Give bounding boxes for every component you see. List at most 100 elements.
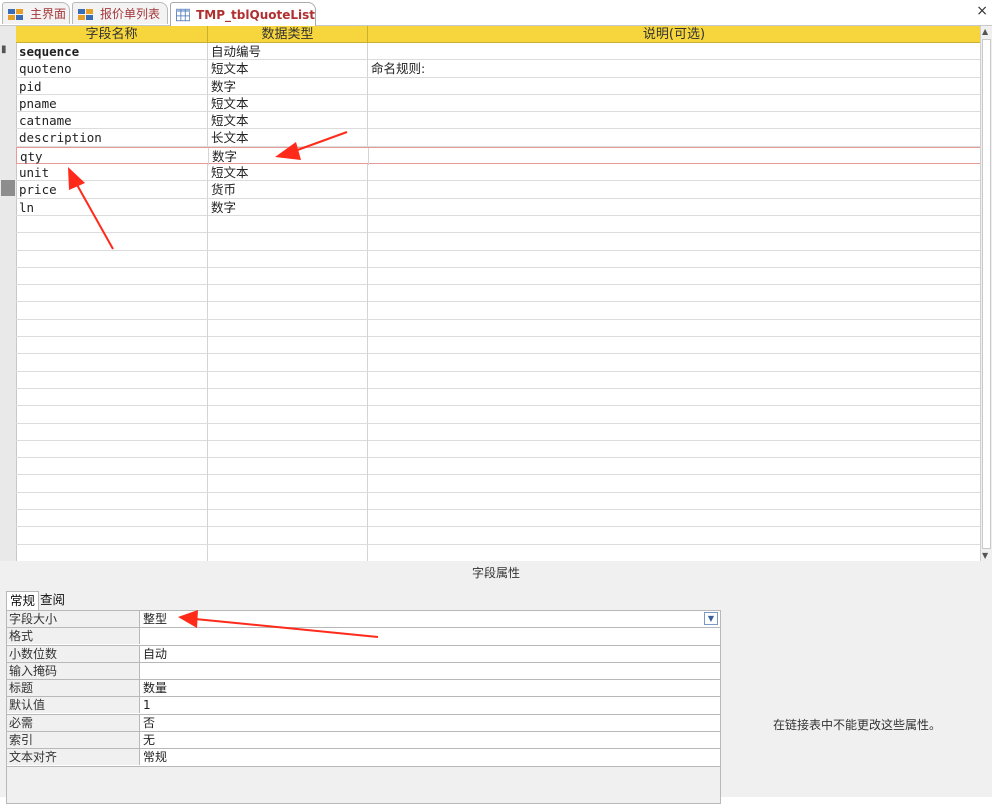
field-name-cell[interactable]: catname <box>16 112 208 130</box>
empty-cell[interactable] <box>368 302 981 319</box>
property-value[interactable]: 无 <box>140 732 720 748</box>
empty-cell[interactable] <box>368 320 981 337</box>
empty-cell[interactable] <box>16 544 208 562</box>
description-cell[interactable] <box>368 164 981 181</box>
empty-cell[interactable] <box>208 388 368 406</box>
empty-cell[interactable] <box>16 492 208 510</box>
empty-cell[interactable] <box>368 424 981 441</box>
empty-table-row[interactable] <box>16 388 981 407</box>
empty-cell[interactable] <box>208 233 368 251</box>
field-name-cell[interactable]: price <box>16 181 208 199</box>
property-row[interactable]: 格式 <box>7 628 720 646</box>
empty-table-row[interactable] <box>16 492 981 511</box>
empty-cell[interactable] <box>368 389 981 406</box>
description-cell[interactable] <box>368 43 981 60</box>
empty-cell[interactable] <box>208 492 368 510</box>
empty-cell[interactable] <box>208 527 368 545</box>
data-type-cell[interactable]: 数字 <box>208 198 368 216</box>
empty-cell[interactable] <box>368 406 981 423</box>
data-type-cell[interactable]: 自动编号 <box>208 43 368 60</box>
empty-cell[interactable] <box>368 216 981 233</box>
close-icon[interactable]: × <box>976 3 988 19</box>
empty-cell[interactable] <box>16 458 208 476</box>
field-size-value[interactable]: 整型 <box>143 612 167 626</box>
empty-cell[interactable] <box>16 388 208 406</box>
table-row[interactable]: ln 数字 <box>16 198 981 216</box>
empty-cell[interactable] <box>16 267 208 285</box>
property-row[interactable]: 标题 数量 <box>7 680 720 698</box>
description-cell[interactable] <box>368 181 981 198</box>
scroll-down-icon[interactable]: ▼ <box>982 551 988 560</box>
table-row[interactable]: unit 短文本 <box>16 164 981 182</box>
data-type-cell[interactable]: 短文本 <box>208 60 368 78</box>
empty-cell[interactable] <box>368 545 981 562</box>
scroll-thumb[interactable] <box>982 39 991 549</box>
empty-cell[interactable] <box>208 285 368 303</box>
field-name-cell[interactable]: pname <box>16 94 208 112</box>
empty-cell[interactable] <box>208 475 368 493</box>
empty-cell[interactable] <box>208 337 368 355</box>
table-row[interactable]: sequence 自动编号 <box>16 43 981 61</box>
empty-table-row[interactable] <box>16 423 981 441</box>
description-cell[interactable] <box>368 95 981 112</box>
empty-cell[interactable] <box>368 510 981 527</box>
description-cell[interactable] <box>369 148 982 165</box>
field-name-cell[interactable]: unit <box>16 164 208 182</box>
chevron-down-icon[interactable]: ▼ <box>704 612 718 625</box>
empty-cell[interactable] <box>368 493 981 510</box>
data-type-cell[interactable]: 数字 <box>208 77 368 95</box>
property-value[interactable] <box>140 628 720 644</box>
tab-lookup[interactable]: 查阅 <box>37 591 68 609</box>
field-name-cell[interactable]: qty <box>17 147 209 165</box>
empty-cell[interactable] <box>16 250 208 268</box>
table-row[interactable]: pid 数字 <box>16 77 981 95</box>
empty-rows[interactable] <box>16 215 981 562</box>
description-cell[interactable] <box>368 112 981 129</box>
empty-table-row[interactable] <box>16 406 981 424</box>
empty-cell[interactable] <box>16 337 208 355</box>
table-row[interactable]: description 长文本 <box>16 129 981 147</box>
property-value[interactable]: 1 <box>140 697 720 713</box>
empty-cell[interactable] <box>16 233 208 251</box>
empty-cell[interactable] <box>16 215 208 233</box>
description-cell[interactable] <box>368 199 981 216</box>
property-value[interactable]: 数量 <box>140 680 720 696</box>
empty-cell[interactable] <box>16 354 208 372</box>
field-name-cell[interactable]: description <box>16 129 208 147</box>
empty-table-row[interactable] <box>16 440 981 459</box>
empty-table-row[interactable] <box>16 371 981 389</box>
empty-cell[interactable] <box>368 354 981 371</box>
property-row[interactable]: 默认值 1 <box>7 697 720 715</box>
empty-cell[interactable] <box>368 458 981 475</box>
empty-table-row[interactable] <box>16 233 981 251</box>
empty-cell[interactable] <box>368 285 981 302</box>
empty-cell[interactable] <box>208 440 368 458</box>
field-name-cell[interactable]: pid <box>16 77 208 95</box>
empty-cell[interactable] <box>16 510 208 528</box>
empty-cell[interactable] <box>208 423 368 441</box>
empty-cell[interactable] <box>368 233 981 250</box>
property-row[interactable]: 小数位数 自动 <box>7 645 720 663</box>
empty-cell[interactable] <box>208 371 368 389</box>
property-value[interactable] <box>140 663 720 679</box>
empty-cell[interactable] <box>208 267 368 285</box>
empty-table-row[interactable] <box>16 319 981 338</box>
field-name-cell[interactable]: ln <box>16 198 208 216</box>
data-type-cell[interactable]: 短文本 <box>208 94 368 112</box>
empty-cell[interactable] <box>368 268 981 285</box>
vertical-scrollbar[interactable]: ▲ ▼ <box>980 26 992 561</box>
property-value[interactable]: 自动 <box>140 646 720 662</box>
table-row[interactable]: price 货币 <box>16 181 981 199</box>
empty-cell[interactable] <box>208 406 368 424</box>
field-name-cell[interactable]: sequence <box>16 43 208 60</box>
table-row[interactable]: quoteno 短文本 命名规则: <box>16 60 981 78</box>
empty-cell[interactable] <box>368 441 981 458</box>
empty-cell[interactable] <box>208 302 368 320</box>
empty-cell[interactable] <box>16 285 208 303</box>
tab-tmp-tblquotelist[interactable]: TMP_tblQuoteList <box>170 2 316 26</box>
scroll-up-icon[interactable]: ▲ <box>982 27 988 36</box>
empty-cell[interactable] <box>368 372 981 389</box>
empty-table-row[interactable] <box>16 354 981 372</box>
description-cell[interactable]: 命名规则: <box>368 60 981 77</box>
empty-table-row[interactable] <box>16 215 981 234</box>
